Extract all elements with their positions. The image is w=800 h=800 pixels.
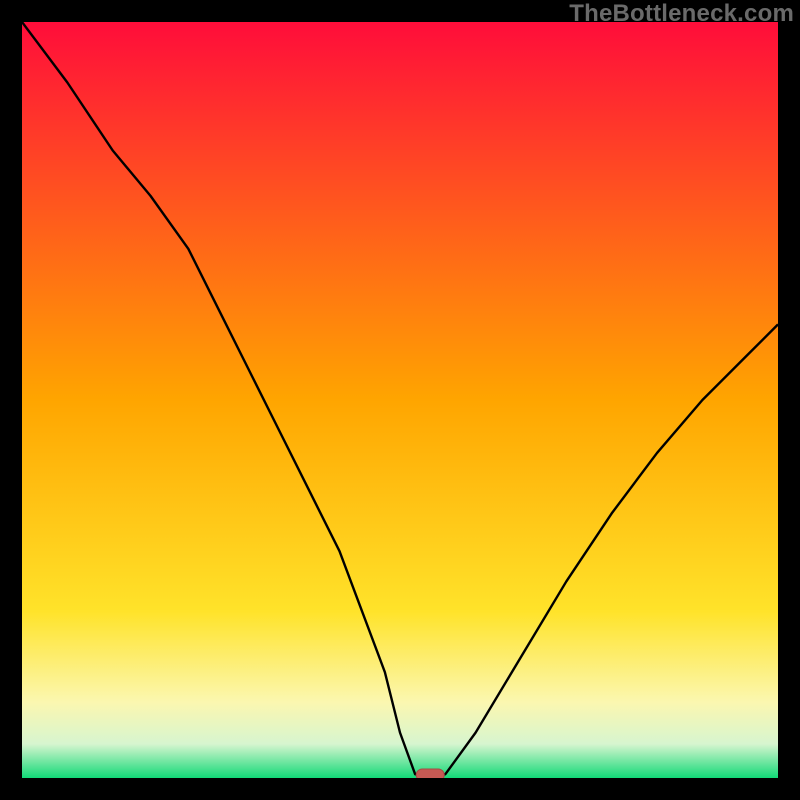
chart-background [22,22,778,778]
watermark-text: TheBottleneck.com [569,0,794,28]
chart-min-marker [416,769,444,778]
chart-svg [22,22,778,778]
chart-frame: TheBottleneck.com [0,0,800,800]
chart-plot-area [22,22,778,778]
